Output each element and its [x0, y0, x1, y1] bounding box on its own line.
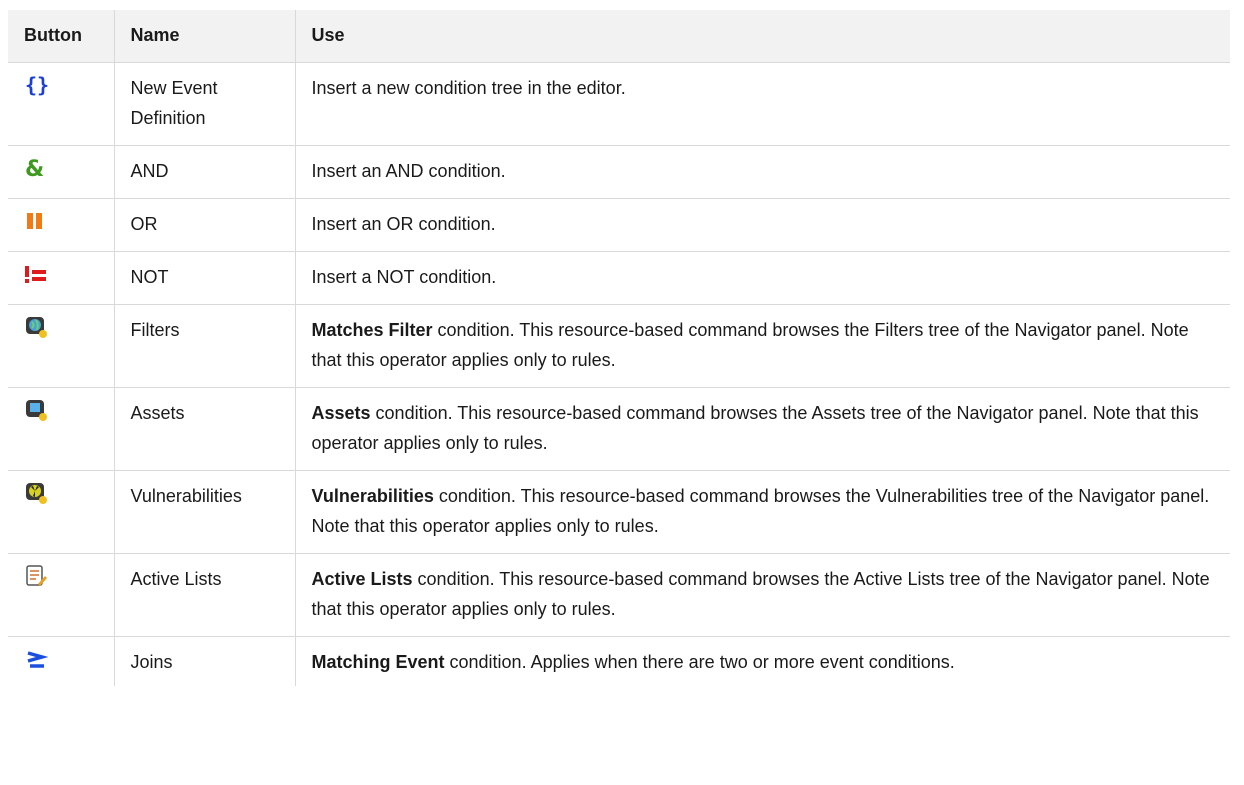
use-cell: Vulnerabilities condition. This resource… — [294, 469, 1230, 553]
name-cell: Joins — [113, 635, 295, 686]
use-bold: Active Lists — [311, 568, 413, 589]
table-row: Joins Matching Event condition. Applies … — [8, 635, 1230, 686]
filter-globe-icon — [24, 315, 48, 339]
table-row: Assets Assets condition. This resource-b… — [8, 386, 1230, 470]
double-bar-icon — [24, 209, 48, 233]
use-cell: Insert a NOT condition. — [294, 250, 1230, 304]
name-cell: Vulnerabilities — [113, 469, 295, 553]
use-text: Insert a NOT condition. — [311, 266, 497, 287]
button-cell — [8, 197, 114, 251]
use-text: Insert a new condition tree in the edito… — [311, 77, 626, 98]
button-cell: & — [8, 144, 114, 198]
use-cell: Assets condition. This resource-based co… — [294, 386, 1230, 470]
use-cell: Matching Event condition. Applies when t… — [294, 635, 1230, 686]
table-row: {} New Event Definition Insert a new con… — [8, 61, 1230, 145]
button-cell — [8, 469, 114, 553]
header-use: Use — [294, 10, 1230, 62]
vulnerability-icon — [24, 481, 48, 505]
button-cell — [8, 386, 114, 470]
header-button: Button — [24, 25, 82, 46]
button-cell — [8, 303, 114, 387]
use-text: Insert an OR condition. — [311, 213, 496, 234]
use-cell: Active Lists condition. This resource-ba… — [294, 552, 1230, 636]
use-bold: Assets — [311, 402, 371, 423]
use-cell: Insert an OR condition. — [294, 197, 1230, 251]
table-row: & AND Insert an AND condition. — [8, 144, 1230, 198]
table-row: NOT Insert a NOT condition. — [8, 250, 1230, 304]
use-bold: Matches Filter — [311, 319, 433, 340]
svg-text:&: & — [25, 157, 44, 180]
table-row: Vulnerabilities Vulnerabilities conditio… — [8, 469, 1230, 553]
name-cell: Assets — [113, 386, 295, 470]
use-text: condition. This resource-based command b… — [311, 568, 1210, 619]
svg-text:{}: {} — [25, 73, 48, 97]
use-cell: Insert an AND condition. — [294, 144, 1230, 198]
button-reference-table: Button Name Use {} New Event Definition … — [8, 10, 1230, 686]
name-cell: NOT — [113, 250, 295, 304]
use-text: Insert an AND condition. — [311, 160, 506, 181]
use-text: condition. This resource-based command b… — [311, 485, 1210, 536]
button-cell — [8, 552, 114, 636]
use-text: condition. This resource-based command b… — [311, 319, 1189, 370]
use-cell: Matches Filter condition. This resource-… — [294, 303, 1230, 387]
button-cell: {} — [8, 61, 114, 145]
use-text: condition. This resource-based command b… — [311, 402, 1199, 453]
ampersand-icon: & — [24, 156, 48, 180]
join-arrow-icon — [24, 647, 48, 671]
curly-braces-icon: {} — [24, 73, 48, 97]
name-cell: Active Lists — [113, 552, 295, 636]
asset-monitor-icon — [24, 398, 48, 422]
table-row: Active Lists Active Lists condition. Thi… — [8, 552, 1230, 636]
table-header-row: Button Name Use — [8, 10, 1230, 62]
active-list-icon — [24, 564, 48, 588]
table-row: OR Insert an OR condition. — [8, 197, 1230, 251]
name-cell: AND — [113, 144, 295, 198]
name-cell: OR — [113, 197, 295, 251]
use-cell: Insert a new condition tree in the edito… — [294, 61, 1230, 145]
button-cell — [8, 250, 114, 304]
button-cell — [8, 635, 114, 686]
use-bold: Vulnerabilities — [311, 485, 434, 506]
use-bold: Matching Event — [311, 651, 445, 672]
name-cell: Filters — [113, 303, 295, 387]
table-row: Filters Matches Filter condition. This r… — [8, 303, 1230, 387]
not-equal-icon — [24, 262, 48, 286]
name-cell: New Event Definition — [113, 61, 295, 145]
use-text: condition. Applies when there are two or… — [444, 651, 955, 672]
header-name: Name — [113, 10, 295, 62]
